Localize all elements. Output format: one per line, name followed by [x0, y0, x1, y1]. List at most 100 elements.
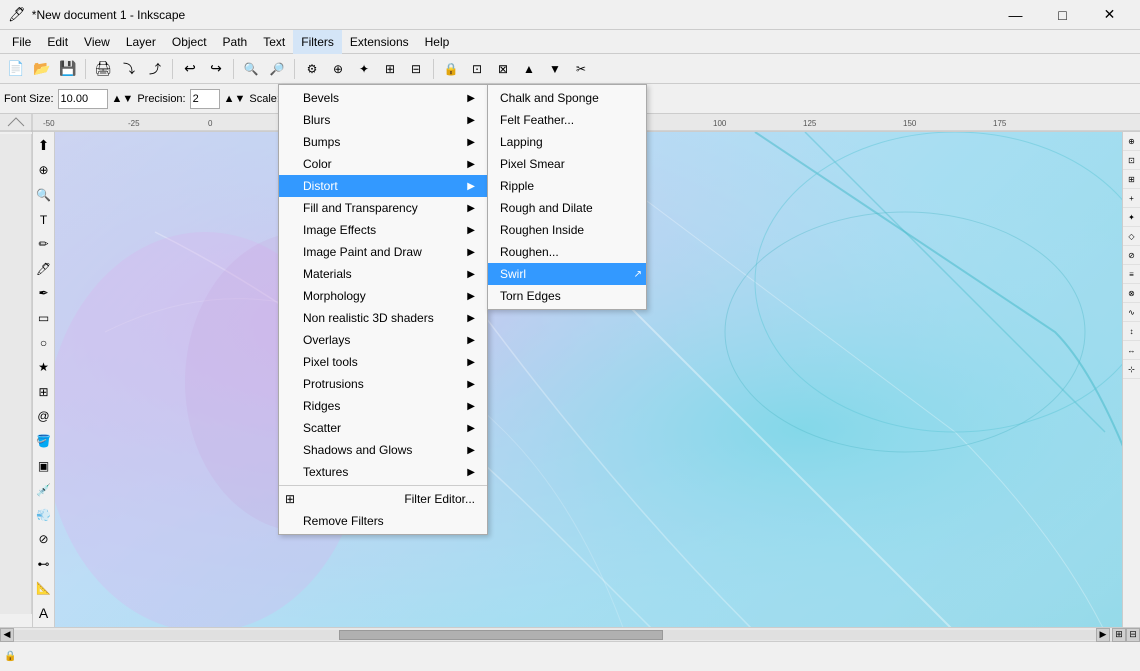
select-tool[interactable]: ⬆ [30, 134, 58, 158]
snap-btn-6[interactable]: ◇ [1123, 228, 1140, 246]
save-button[interactable]: 💾 [56, 57, 80, 81]
pen-tool[interactable]: 🖊 [30, 257, 58, 281]
text-tool[interactable]: T [30, 208, 58, 232]
undo-button[interactable]: ↩ [178, 57, 202, 81]
submenu-roughen[interactable]: Roughen... [488, 241, 646, 263]
scroll-expand-btn[interactable]: ⊞ [1112, 628, 1126, 642]
snap-btn-3[interactable]: ⊞ [1123, 171, 1140, 189]
spray-tool[interactable]: 💨 [30, 503, 58, 527]
paint-bucket-tool[interactable]: 🪣 [30, 429, 58, 453]
lock-button[interactable]: 🔒 [439, 57, 463, 81]
menu-shadows-glows[interactable]: Shadows and Glows ▶ [279, 439, 487, 461]
import-button[interactable]: ⤵ [117, 57, 141, 81]
transform-button[interactable]: ✦ [352, 57, 376, 81]
symbol-tool[interactable]: A [30, 601, 58, 625]
connector-tool[interactable]: ⊷ [30, 552, 58, 576]
precision-input[interactable] [190, 89, 220, 109]
menu-view[interactable]: View [76, 30, 118, 54]
menu-object[interactable]: Object [164, 30, 215, 54]
snap-btn-13[interactable]: ⊹ [1123, 361, 1140, 379]
submenu-chalk-sponge[interactable]: Chalk and Sponge [488, 87, 646, 109]
xml-button[interactable]: ⊟ [404, 57, 428, 81]
submenu-torn-edges[interactable]: Torn Edges [488, 285, 646, 307]
submenu-rough-dilate[interactable]: Rough and Dilate [488, 197, 646, 219]
zoom-tool[interactable]: 🔍 [30, 183, 58, 207]
maximize-button[interactable]: □ [1040, 0, 1085, 30]
menu-distort[interactable]: Distort ▶ [279, 175, 487, 197]
menu-extensions[interactable]: Extensions [342, 30, 417, 54]
redo-button[interactable]: ↪ [204, 57, 228, 81]
circle-tool[interactable]: ○ [30, 331, 58, 355]
font-size-input[interactable] [58, 89, 108, 109]
snap-btn-11[interactable]: ↕ [1123, 323, 1140, 341]
minimize-button[interactable]: — [993, 0, 1038, 30]
submenu-felt-feather[interactable]: Felt Feather... [488, 109, 646, 131]
menu-bevels[interactable]: Bevels ▶ [279, 87, 487, 109]
menu-text[interactable]: Text [255, 30, 293, 54]
snap-btn-1[interactable]: ⊕ [1123, 133, 1140, 151]
zoom-in-button[interactable]: 🔍 [239, 57, 263, 81]
horizontal-scrollbar[interactable]: ◀ ▶ ⊞ ⊟ [0, 627, 1140, 641]
gradient-tool[interactable]: ▣ [30, 454, 58, 478]
menu-file[interactable]: File [4, 30, 39, 54]
raise-button[interactable]: ▲ [517, 57, 541, 81]
scissors-button[interactable]: ✂ [569, 57, 593, 81]
submenu-ripple[interactable]: Ripple [488, 175, 646, 197]
menu-morphology[interactable]: Morphology ▶ [279, 285, 487, 307]
menu-blurs[interactable]: Blurs ▶ [279, 109, 487, 131]
ungroup-button[interactable]: ⊠ [491, 57, 515, 81]
submenu-roughen-inside[interactable]: Roughen Inside [488, 219, 646, 241]
menu-fill-transparency[interactable]: Fill and Transparency ▶ [279, 197, 487, 219]
open-button[interactable]: 📂 [30, 57, 54, 81]
menu-layer[interactable]: Layer [118, 30, 164, 54]
snap-btn-12[interactable]: ↔ [1123, 342, 1140, 360]
measure-tool[interactable]: 📐 [30, 577, 58, 601]
menu-scatter[interactable]: Scatter ▶ [279, 417, 487, 439]
snap-btn-10[interactable]: ∿ [1123, 304, 1140, 322]
align-button[interactable]: ⊞ [378, 57, 402, 81]
zoom-out-button[interactable]: 🔎 [265, 57, 289, 81]
node-button[interactable]: ⊕ [326, 57, 350, 81]
pencil-tool[interactable]: ✏ [30, 232, 58, 256]
3d-box-tool[interactable]: ⊞ [30, 380, 58, 404]
scroll-track[interactable] [14, 630, 1096, 640]
menu-edit[interactable]: Edit [39, 30, 76, 54]
spiral-tool[interactable]: @ [30, 405, 58, 429]
menu-overlays[interactable]: Overlays ▶ [279, 329, 487, 351]
scroll-thumb[interactable] [339, 630, 664, 640]
rect-tool[interactable]: ▭ [30, 306, 58, 330]
submenu-lapping[interactable]: Lapping [488, 131, 646, 153]
menu-ridges[interactable]: Ridges ▶ [279, 395, 487, 417]
menu-color[interactable]: Color ▶ [279, 153, 487, 175]
calligraphy-tool[interactable]: ✒ [30, 282, 58, 306]
group-button[interactable]: ⊡ [465, 57, 489, 81]
new-button[interactable]: 📄 [4, 57, 28, 81]
lower-button[interactable]: ▼ [543, 57, 567, 81]
snap-nodes-button[interactable]: ⚙ [300, 57, 324, 81]
menu-image-effects[interactable]: Image Effects ▶ [279, 219, 487, 241]
menu-filter-editor[interactable]: ⊞ Filter Editor... [279, 488, 487, 510]
submenu-swirl[interactable]: Swirl ↗ [488, 263, 646, 285]
snap-btn-5[interactable]: ✦ [1123, 209, 1140, 227]
scroll-right-btn[interactable]: ▶ [1096, 628, 1110, 642]
node-tool[interactable]: ⊕ [30, 159, 58, 183]
menu-non-realistic-3d[interactable]: Non realistic 3D shaders ▶ [279, 307, 487, 329]
menu-textures[interactable]: Textures ▶ [279, 461, 487, 483]
menu-pixel-tools[interactable]: Pixel tools ▶ [279, 351, 487, 373]
export-button[interactable]: ⤴ [143, 57, 167, 81]
eraser-tool[interactable]: ⊘ [30, 528, 58, 552]
menu-filters[interactable]: Filters [293, 30, 342, 54]
snap-btn-9[interactable]: ⊗ [1123, 285, 1140, 303]
snap-btn-7[interactable]: ⊘ [1123, 247, 1140, 265]
scroll-left-btn[interactable]: ◀ [0, 628, 14, 642]
submenu-pixel-smear[interactable]: Pixel Smear [488, 153, 646, 175]
menu-protrusions[interactable]: Protrusions ▶ [279, 373, 487, 395]
menu-help[interactable]: Help [417, 30, 458, 54]
menu-image-paint-draw[interactable]: Image Paint and Draw ▶ [279, 241, 487, 263]
snap-btn-8[interactable]: ≡ [1123, 266, 1140, 284]
print-button[interactable]: 🖨 [91, 57, 115, 81]
menu-remove-filters[interactable]: Remove Filters [279, 510, 487, 532]
eyedropper-tool[interactable]: 💉 [30, 478, 58, 502]
close-button[interactable]: ✕ [1087, 0, 1132, 30]
star-tool[interactable]: ★ [30, 355, 58, 379]
